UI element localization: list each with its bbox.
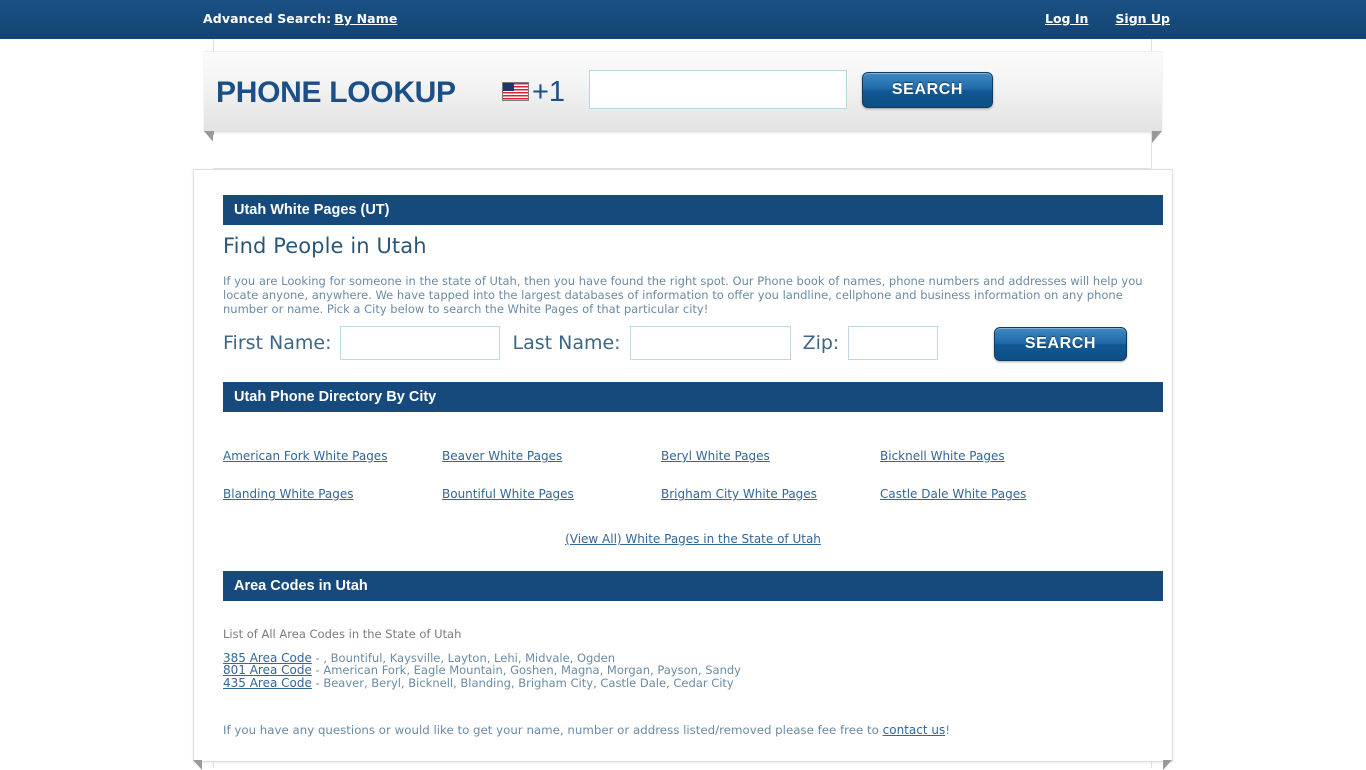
zip-label: Zip: [802, 332, 840, 354]
first-name-input[interactable] [340, 326, 501, 360]
country-code-label: +1 [532, 76, 566, 108]
city-link[interactable]: Castle Dale White Pages [880, 487, 1026, 501]
ribbon-lower-band [213, 135, 1150, 169]
city-link-cell: Bountiful White Pages [442, 483, 661, 502]
city-link-cell: Castle Dale White Pages [880, 483, 1099, 502]
advanced-search-group: Advanced Search: By Name [203, 11, 397, 26]
page-title: Find People in Utah [223, 234, 427, 258]
phone-search-button[interactable]: SEARCH [862, 72, 993, 108]
view-all-container: (View All) White Pages in the State of U… [223, 528, 1163, 547]
first-name-label: First Name: [223, 332, 332, 354]
contact-us-link[interactable]: contact us [883, 723, 946, 737]
contact-text-after: ! [945, 723, 950, 737]
advanced-search-by-name-link[interactable]: By Name [334, 11, 397, 26]
city-directory-header: Utah Phone Directory By City [223, 382, 1163, 412]
area-codes-header: Area Codes in Utah [223, 571, 1163, 601]
city-link-cell: American Fork White Pages [223, 445, 442, 464]
area-code-link[interactable]: 435 Area Code [223, 676, 312, 690]
content-fold-right-decoration [1163, 760, 1172, 770]
zip-input[interactable] [848, 326, 939, 360]
state-intro-paragraph: If you are Looking for someone in the st… [223, 274, 1143, 316]
state-panel-header: Utah White Pages (UT) [223, 195, 1163, 225]
flag-canton [503, 83, 514, 91]
log-in-link[interactable]: Log In [1045, 11, 1088, 26]
city-link[interactable]: Bicknell White Pages [880, 449, 1005, 463]
name-search-form: First Name: Last Name: Zip: [223, 326, 939, 364]
city-links-row: American Fork White Pages Beaver White Pa… [223, 445, 1163, 483]
view-all-white-pages-link[interactable]: (View All) White Pages in the State of U… [565, 532, 821, 546]
contact-footer-line: If you have any questions or would like … [223, 723, 950, 737]
city-link[interactable]: Beaver White Pages [442, 449, 562, 463]
advanced-search-label: Advanced Search: [203, 11, 332, 26]
city-links-grid: American Fork White Pages Beaver White Pa… [223, 445, 1163, 521]
city-link-cell: Blanding White Pages [223, 483, 442, 502]
phone-lookup-title: PHONE LOOKUP [216, 76, 456, 109]
content-fold-left-decoration [193, 760, 202, 770]
last-name-input[interactable] [629, 326, 791, 360]
city-links-row: Blanding White Pages Bountiful White Page… [223, 483, 1163, 521]
name-search-button[interactable]: SEARCH [994, 327, 1127, 361]
city-link[interactable]: American Fork White Pages [223, 449, 387, 463]
contact-text-before: If you have any questions or would like … [223, 723, 883, 737]
city-link-cell: Bicknell White Pages [880, 445, 1099, 464]
phone-number-input[interactable] [589, 70, 847, 109]
city-link-cell: Beaver White Pages [442, 445, 661, 464]
area-codes-list: 385 Area Code - , Bountiful, Kaysville, … [223, 652, 741, 689]
city-link-cell: Brigham City White Pages [661, 483, 880, 502]
sign-up-link[interactable]: Sign Up [1115, 11, 1170, 26]
city-link[interactable]: Beryl White Pages [661, 449, 770, 463]
city-link[interactable]: Brigham City White Pages [661, 487, 817, 501]
city-link-cell: Beryl White Pages [661, 445, 880, 464]
top-bar-inner: Advanced Search: By Name Log In Sign Up [0, 0, 1366, 39]
account-links: Log In Sign Up [1018, 11, 1170, 26]
us-flag-icon [502, 82, 529, 101]
area-code-row: 435 Area Code - Beaver, Beryl, Bicknell,… [223, 675, 741, 690]
top-navigation-bar: Advanced Search: By Name Log In Sign Up [0, 0, 1366, 39]
ribbon-fold-right-decoration [1152, 131, 1162, 143]
last-name-label: Last Name: [512, 332, 621, 354]
area-codes-intro: List of All Area Codes in the State of U… [223, 627, 462, 641]
city-link[interactable]: Blanding White Pages [223, 487, 354, 501]
area-code-cities: - Beaver, Beryl, Bicknell, Blanding, Bri… [311, 675, 734, 690]
city-link[interactable]: Bountiful White Pages [442, 487, 574, 501]
